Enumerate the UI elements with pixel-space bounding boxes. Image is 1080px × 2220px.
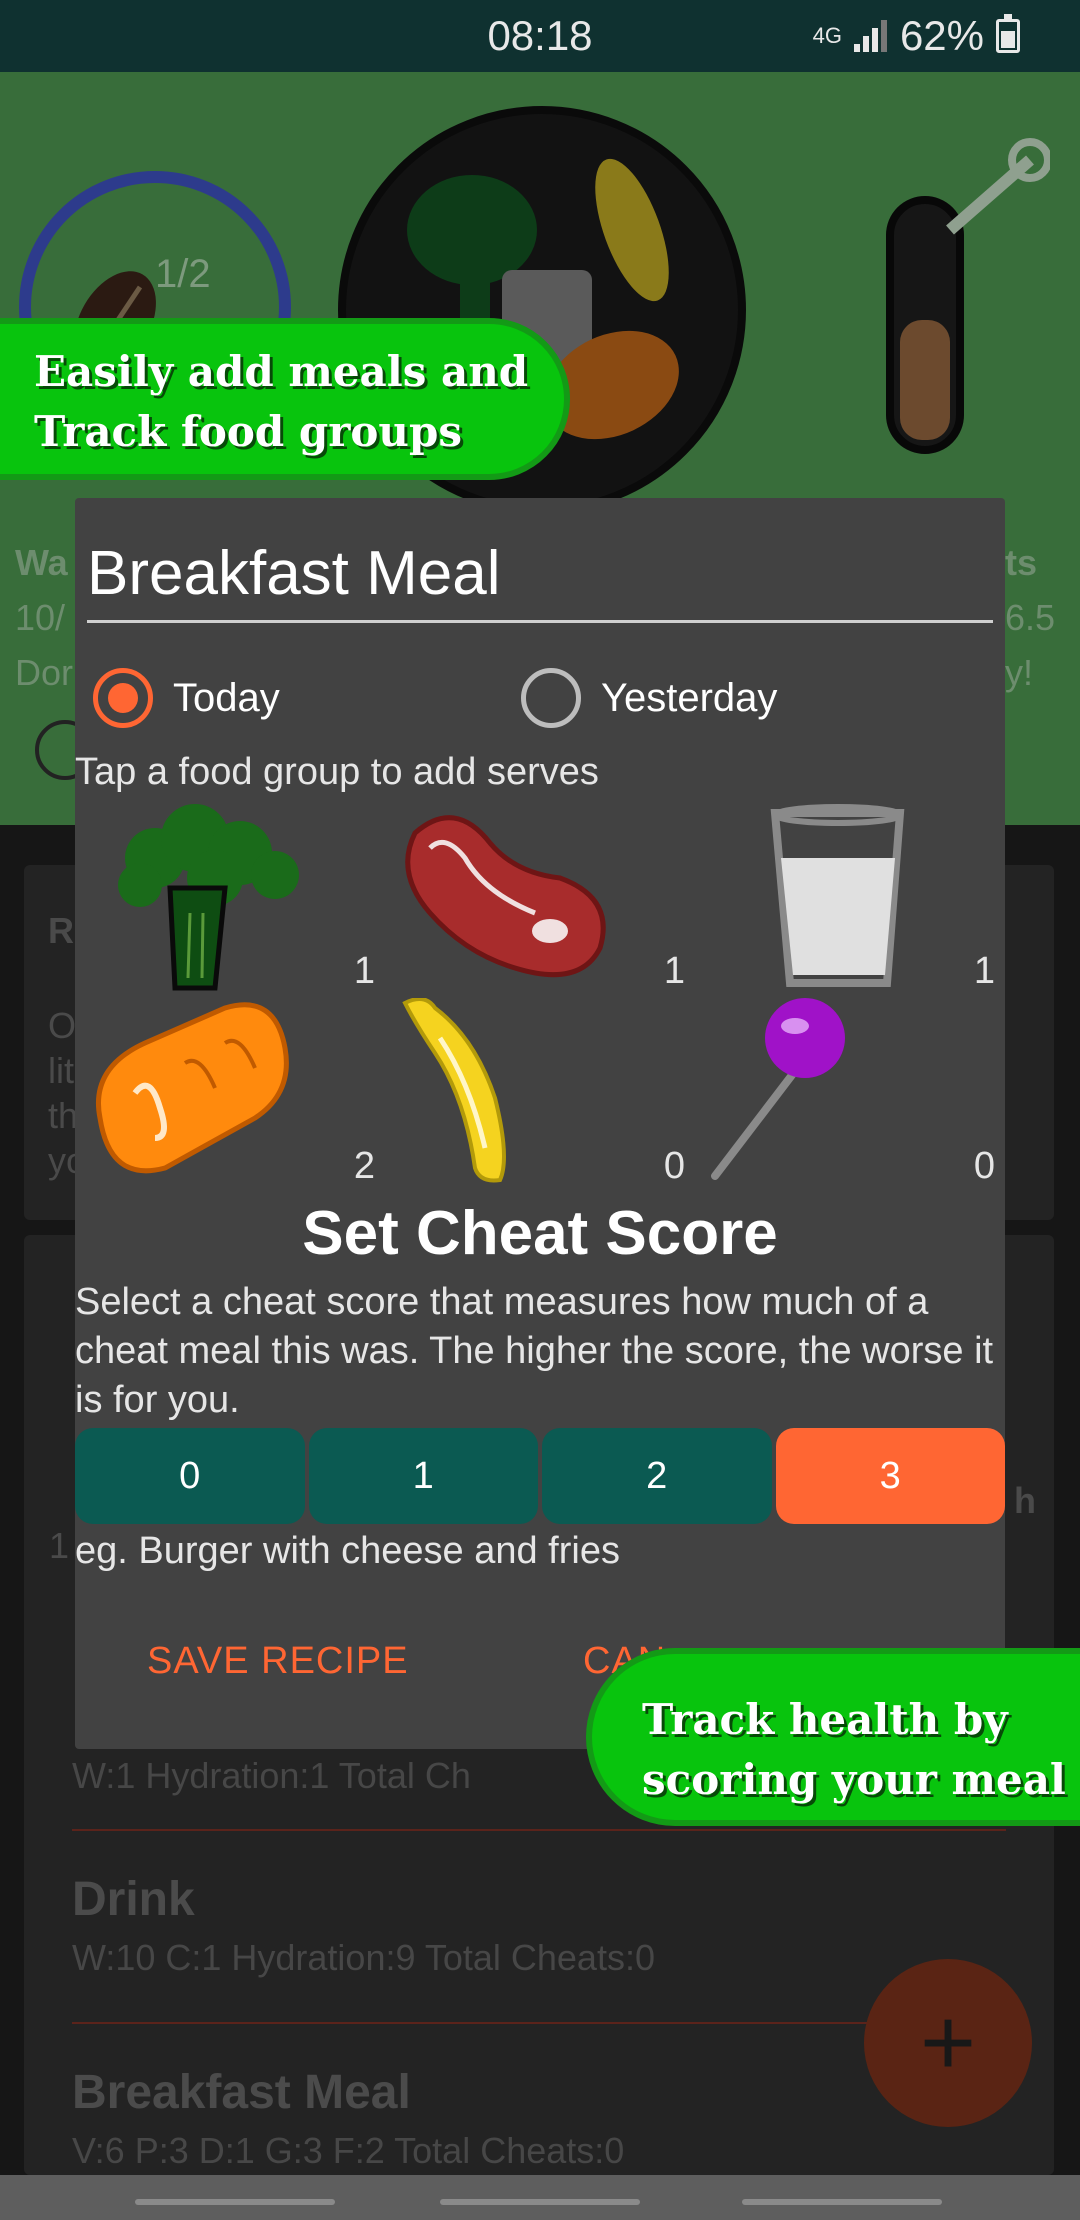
plus-icon: +	[919, 1989, 977, 2096]
status-indicators: 4G 62%	[813, 12, 1020, 60]
nav-back[interactable]	[742, 2199, 942, 2205]
bg-partial: R	[48, 910, 74, 951]
bg-partial: 1	[49, 1525, 70, 1566]
bg-partial: O	[48, 1005, 77, 1046]
bread-icon	[96, 1002, 289, 1174]
food-group-hint: Tap a food group to add serves	[75, 751, 599, 793]
entry-title: Drink	[72, 1873, 195, 1926]
bg-partial: ts	[1005, 542, 1038, 583]
radio-label: Yesterday	[601, 675, 778, 720]
food-group-fruit[interactable]: 0	[385, 998, 695, 1188]
nav-home[interactable]	[440, 2199, 640, 2205]
bg-partial: y!	[1005, 652, 1034, 693]
nav-recents[interactable]	[135, 2199, 335, 2205]
system-nav-bar	[0, 2175, 1080, 2220]
cheat-score-description: Select a cheat score that measures how m…	[75, 1281, 994, 1421]
list-item[interactable]: W:1 Hydration:1 Total Ch	[72, 1745, 471, 1797]
battery-icon	[996, 14, 1020, 53]
network-type: 4G	[812, 23, 842, 48]
bg-partial: lit	[48, 1050, 74, 1091]
add-meal-button[interactable]: +	[864, 1959, 1032, 2127]
radio-unchecked-icon	[521, 668, 581, 728]
divider	[72, 1829, 1006, 1831]
food-group-grains[interactable]: 2	[75, 998, 385, 1188]
score-button-0[interactable]: 0	[75, 1428, 305, 1524]
milk-glass-icon	[770, 804, 905, 987]
lollipop-icon	[711, 998, 845, 1180]
promo-banner-bottom: Track health by scoring your meal	[586, 1648, 1080, 1826]
bg-partial: 6.5	[1005, 597, 1056, 638]
signal-icon	[853, 20, 887, 52]
entry-stats: V:6 P:3 D:1 G:3 F:2 Total Cheats:0	[72, 2130, 625, 2171]
water-progress: 1/2	[155, 252, 211, 296]
radio-today[interactable]: Today	[93, 668, 280, 728]
serve-count: 1	[973, 950, 995, 992]
serve-count: 1	[353, 950, 375, 992]
food-group-treats[interactable]: 0	[695, 998, 1005, 1188]
score-button-2[interactable]: 2	[542, 1428, 772, 1524]
banner-line: Track health by	[642, 1695, 1008, 1744]
battery-percent: 62%	[899, 12, 984, 59]
entry-title: Breakfast Meal	[72, 2066, 411, 2119]
entry-stats: W:10 C:1 Hydration:9 Total Cheats:0	[72, 1937, 655, 1978]
status-bar: 08:18 4G 62%	[0, 0, 1080, 72]
score-button-1[interactable]: 1	[308, 1428, 538, 1524]
cheat-score-selector: 0 1 2 3	[75, 1428, 1005, 1524]
add-meal-dialog: Breakfast Meal Today Yesterday Tap a foo…	[75, 498, 1005, 1749]
entry-stats: W:1 Hydration:1 Total Ch	[72, 1755, 471, 1796]
food-group-dairy[interactable]: 1	[695, 803, 1005, 993]
serve-count: 2	[353, 1145, 375, 1187]
banner-line: scoring your meal	[642, 1755, 1066, 1804]
bg-partial: Dor	[15, 652, 74, 693]
serve-count: 1	[663, 950, 685, 992]
bg-partial: 10/	[15, 597, 66, 638]
bg-partial: th	[48, 1095, 79, 1136]
cheat-meter-icon[interactable]	[870, 120, 1050, 460]
list-item[interactable]: Drink W:10 C:1 Hydration:9 Total Cheats:…	[72, 1872, 655, 1979]
food-group-vegetables[interactable]: 1	[75, 803, 385, 993]
cheat-example-text: eg. Burger with cheese and fries	[75, 1530, 620, 1572]
promo-banner-top: Easily add meals and Track food groups	[0, 318, 570, 480]
score-button-3[interactable]: 3	[775, 1428, 1005, 1524]
serve-count: 0	[973, 1145, 995, 1187]
list-item[interactable]: Breakfast Meal V:6 P:3 D:1 G:3 F:2 Total…	[72, 2065, 624, 2172]
banana-icon	[402, 998, 506, 1183]
steak-icon	[405, 815, 606, 978]
meal-name-input[interactable]: Breakfast Meal	[87, 538, 501, 609]
food-group-protein[interactable]: 1	[385, 803, 695, 993]
cheat-score-title: Set Cheat Score	[302, 1199, 778, 1268]
radio-checked-icon	[93, 668, 153, 728]
save-recipe-button[interactable]: SAVE RECIPE	[147, 1640, 409, 1683]
broccoli-icon	[118, 804, 299, 991]
bg-partial: h	[1014, 1480, 1036, 1521]
radio-yesterday[interactable]: Yesterday	[521, 668, 777, 728]
bg-partial: Wa	[15, 542, 68, 583]
input-underline	[87, 620, 993, 623]
serve-count: 0	[663, 1145, 685, 1187]
banner-line: Easily add meals and	[34, 347, 529, 396]
banner-line: Track food groups	[34, 407, 462, 456]
radio-label: Today	[173, 675, 280, 720]
